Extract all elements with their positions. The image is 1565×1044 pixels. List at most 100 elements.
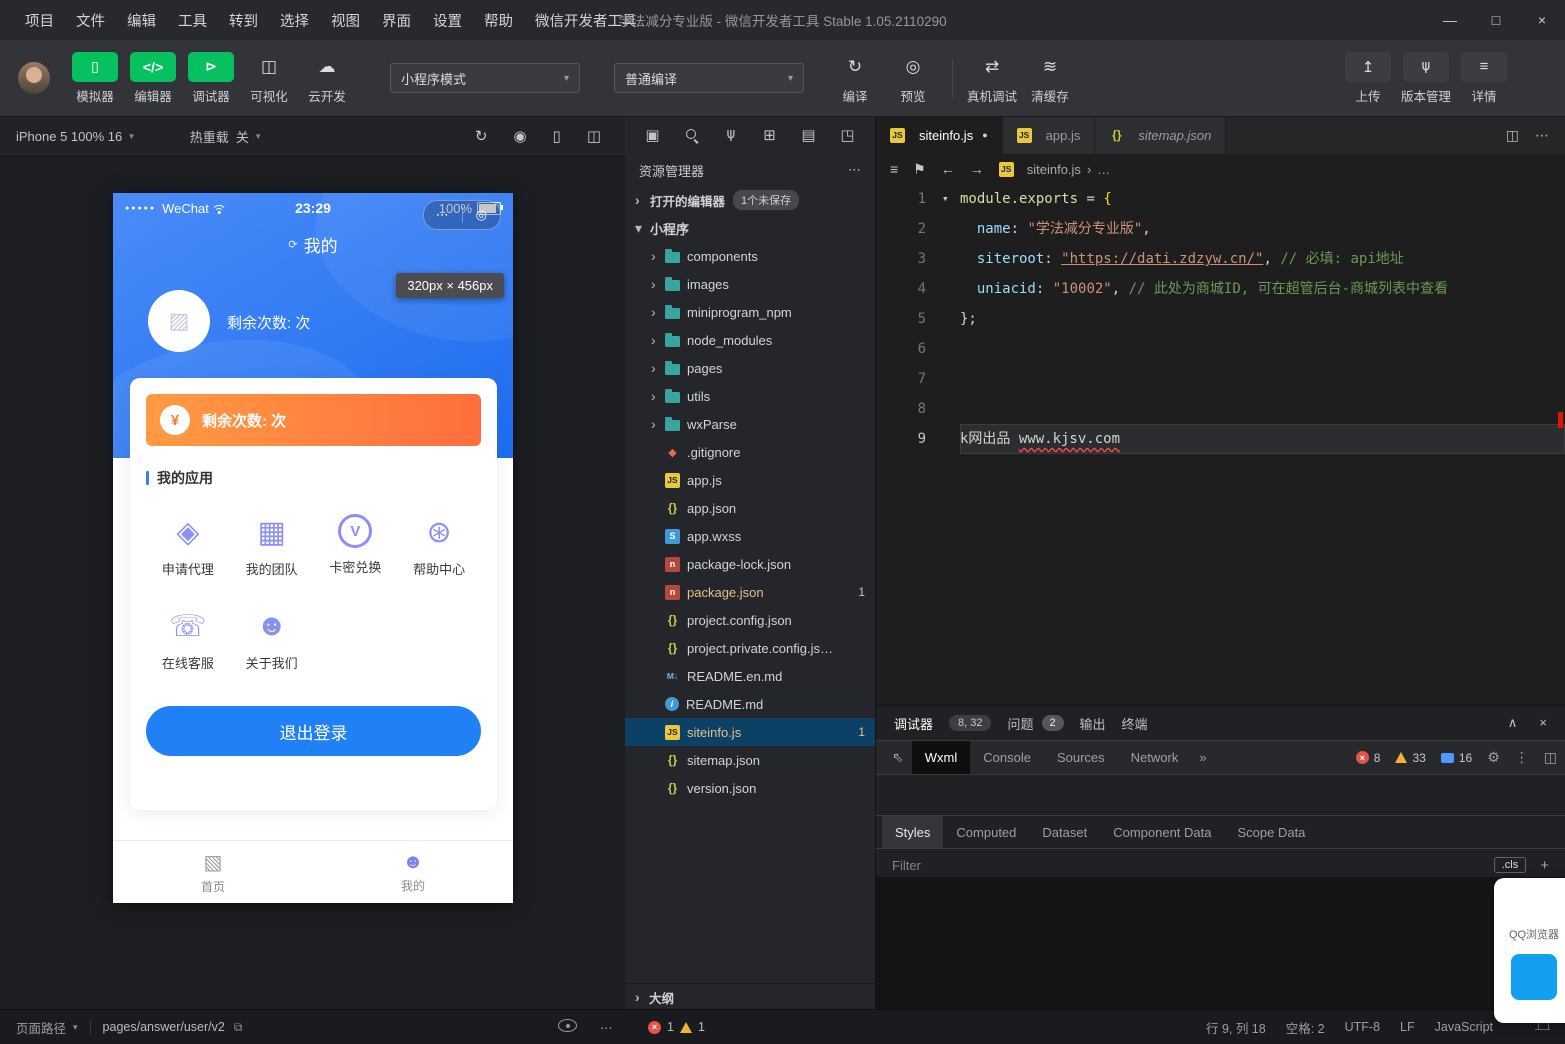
qq-browser-tile[interactable] <box>1511 954 1557 1000</box>
phone-icon[interactable]: ▯ <box>553 127 561 145</box>
code-line-5[interactable]: 5}; <box>876 304 1565 334</box>
exit-miniapp-icon[interactable]: ◎ <box>463 207 501 223</box>
tab-terminal[interactable]: 终端 <box>1122 714 1148 733</box>
status-item-3[interactable]: UTF-8 <box>1345 1020 1380 1034</box>
device-debug-button[interactable]: ⇄真机调试 <box>963 52 1021 105</box>
split-screen-icon[interactable]: ◫ <box>587 127 601 145</box>
mode-select[interactable]: 小程序模式 ▾ <box>390 63 580 93</box>
refresh-icon[interactable]: ↻ <box>475 127 488 145</box>
upload-button[interactable]: ↥上传 <box>1339 52 1397 105</box>
debugger-button[interactable]: ⊳调试器 <box>182 52 240 105</box>
hot-reload-selector[interactable]: 热重载 关 ▾ <box>190 127 261 146</box>
minimize-button[interactable]: — <box>1427 0 1473 40</box>
file-project.private.config.js…[interactable]: {}project.private.config.js… <box>625 634 875 662</box>
device-selector[interactable]: iPhone 5 100% 16 ▾ <box>16 129 134 144</box>
compile-button[interactable]: ↻编译 <box>826 52 884 105</box>
file-app.json[interactable]: {}app.json <box>625 494 875 522</box>
code-line-8[interactable]: 8 <box>876 394 1565 424</box>
tab-debugger[interactable]: 调试器 <box>894 714 933 733</box>
warning-count[interactable]: 33 <box>1395 751 1425 765</box>
close-panel-icon[interactable]: × <box>1539 715 1547 731</box>
more-actions-icon[interactable]: ⋯ <box>600 1020 613 1035</box>
project-root[interactable]: ▾ 小程序 <box>625 214 875 242</box>
message-count[interactable]: 16 <box>1441 751 1472 765</box>
more-tabs-icon[interactable]: » <box>1191 741 1214 774</box>
copy-path-icon[interactable]: ⧉ <box>234 1020 243 1035</box>
extensions-icon[interactable]: ⊞ <box>759 124 781 146</box>
filter-input[interactable]: Filter <box>892 858 921 873</box>
menu-item-3[interactable]: 编辑 <box>116 0 167 40</box>
menu-item-6[interactable]: 选择 <box>269 0 320 40</box>
subtab-dataset[interactable]: Dataset <box>1029 816 1100 848</box>
outline-section[interactable]: › 大纲 <box>625 983 875 1010</box>
code-line-7[interactable]: 7 <box>876 364 1565 394</box>
folder-utils[interactable]: ›utils <box>625 382 875 410</box>
code-line-2[interactable]: 2 name: "学法减分专业版", <box>876 214 1565 244</box>
code-line-1[interactable]: 1▾module.exports = { <box>876 184 1565 214</box>
tab-output[interactable]: 输出 <box>1080 714 1106 733</box>
package-icon[interactable]: ◳ <box>837 124 859 146</box>
code-line-9[interactable]: 9k网出品 www.kjsv.com <box>876 424 1565 454</box>
menu-item-2[interactable]: 文件 <box>65 0 116 40</box>
record-icon[interactable]: ◉ <box>513 127 526 145</box>
editor-tab-app.js[interactable]: JSapp.js <box>1003 116 1096 154</box>
kebab-menu-icon[interactable]: ⋮ <box>1515 749 1529 766</box>
subtab-component-data[interactable]: Component Data <box>1100 816 1224 848</box>
eye-icon[interactable] <box>558 1019 577 1035</box>
file-package-lock.json[interactable]: npackage-lock.json <box>625 550 875 578</box>
remaining-banner[interactable]: ¥ 剩余次数: 次 <box>146 394 481 446</box>
code-line-3[interactable]: 3 siteroot: "https://dati.zdzyw.cn/", //… <box>876 244 1565 274</box>
folder-miniprogram_npm[interactable]: ›miniprogram_npm <box>625 298 875 326</box>
user-avatar[interactable] <box>18 62 50 94</box>
visual-button[interactable]: ◫可视化 <box>240 52 298 105</box>
tab-console[interactable]: Console <box>970 741 1044 774</box>
file-sitemap.json[interactable]: {}sitemap.json <box>625 746 875 774</box>
file-README.md[interactable]: iREADME.md <box>625 690 875 718</box>
file-version.json[interactable]: {}version.json <box>625 774 875 802</box>
file-project.config.json[interactable]: {}project.config.json <box>625 606 875 634</box>
files-icon[interactable]: ▣ <box>642 124 664 146</box>
subtab-scope-data[interactable]: Scope Data <box>1224 816 1318 848</box>
version-button[interactable]: ⋔版本管理 <box>1397 52 1455 105</box>
code-area[interactable]: 1▾module.exports = {2 name: "学法减分专业版",3 … <box>876 184 1565 705</box>
editor-tab-siteinfo.js[interactable]: JSsiteinfo.js● <box>876 116 1003 154</box>
page-path-dropdown[interactable]: 页面路径 ▾ <box>16 1018 78 1037</box>
editor-button[interactable]: </>编辑器 <box>124 52 182 105</box>
file-app.wxss[interactable]: Sapp.wxss <box>625 522 875 550</box>
menu-item-7[interactable]: 视图 <box>320 0 371 40</box>
editor-tab-sitemap.json[interactable]: {}sitemap.json <box>1095 116 1226 154</box>
problems-summary[interactable]: × 1 1 <box>648 1020 705 1034</box>
subtab-computed[interactable]: Computed <box>943 816 1029 848</box>
breadcrumb-file[interactable]: JS siteinfo.js › … <box>999 162 1111 177</box>
menu-item-8[interactable]: 界面 <box>371 0 422 40</box>
cls-toggle-button[interactable]: .cls <box>1494 857 1527 873</box>
app-item-service[interactable]: ☏在线客服 <box>146 608 230 672</box>
forward-arrow-icon[interactable]: → <box>970 161 984 177</box>
search-icon[interactable] <box>681 124 703 146</box>
app-item-team[interactable]: ▦我的团队 <box>230 514 314 578</box>
dock-side-icon[interactable]: ◫ <box>1544 749 1557 766</box>
file-app.js[interactable]: JSapp.js <box>625 466 875 494</box>
folder-pages[interactable]: ›pages <box>625 354 875 382</box>
folder-node_modules[interactable]: ›node_modules <box>625 326 875 354</box>
file-package.json[interactable]: npackage.json1 <box>625 578 875 606</box>
back-arrow-icon[interactable]: ← <box>941 161 955 177</box>
status-item-5[interactable]: JavaScript <box>1435 1020 1493 1034</box>
status-item-1[interactable]: 行 9, 列 18 <box>1206 1018 1266 1037</box>
tab-problems[interactable]: 问题 <box>1007 714 1033 733</box>
folder-wxParse[interactable]: ›wxParse <box>625 410 875 438</box>
close-button[interactable]: × <box>1519 0 1565 40</box>
details-button[interactable]: ≡详情 <box>1455 52 1513 105</box>
simulator-button[interactable]: ▯模拟器 <box>66 52 124 105</box>
app-item-help[interactable]: ⊛帮助中心 <box>397 514 481 578</box>
subtab-styles[interactable]: Styles <box>882 816 943 848</box>
menu-item-4[interactable]: 工具 <box>167 0 218 40</box>
menu-item-5[interactable]: 转到 <box>218 0 269 40</box>
tab-wxml[interactable]: Wxml <box>912 741 971 774</box>
file-.gitignore[interactable]: ◆.gitignore <box>625 438 875 466</box>
menu-item-10[interactable]: 帮助 <box>473 0 524 40</box>
logout-button[interactable]: 退出登录 <box>146 706 481 756</box>
file-README.en.md[interactable]: M↓README.en.md <box>625 662 875 690</box>
folder-components[interactable]: ›components <box>625 242 875 270</box>
outline-list-icon[interactable]: ≡ <box>890 161 898 177</box>
